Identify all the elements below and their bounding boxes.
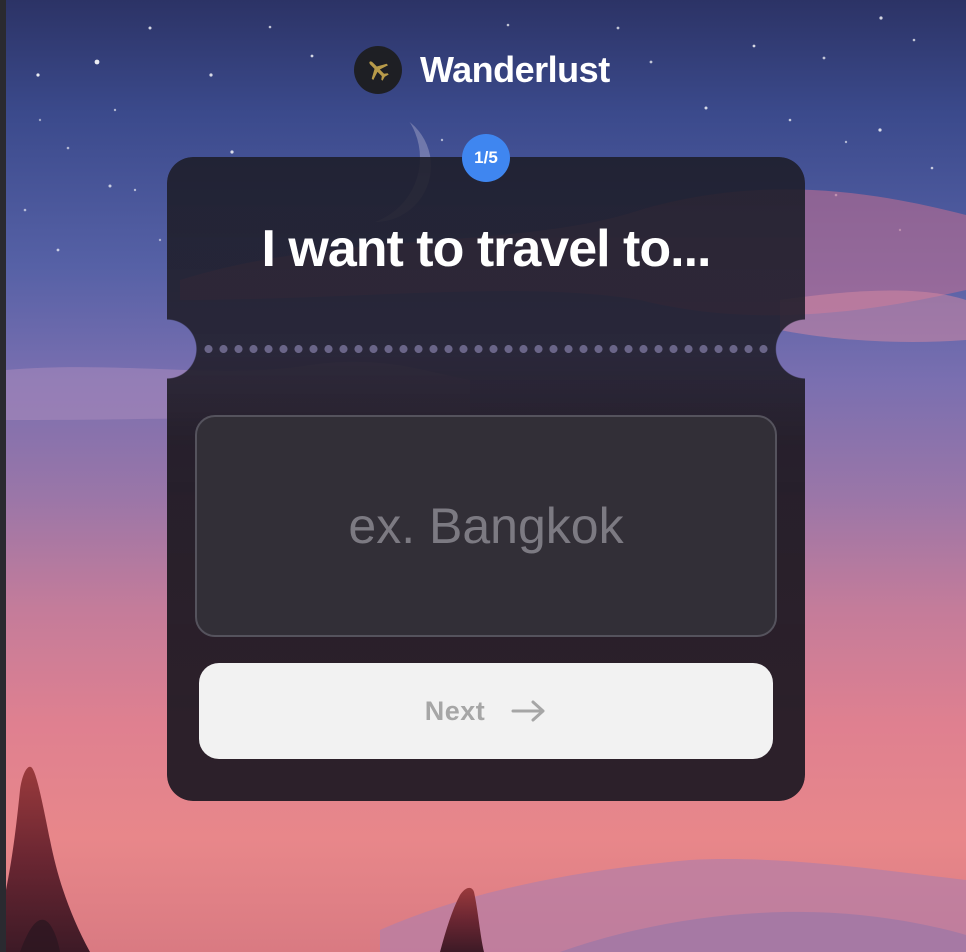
airplane-icon [354,46,402,94]
ticket-perforation [201,344,771,354]
destination-input[interactable] [195,415,777,637]
step-indicator: 1/5 [462,134,510,182]
next-button[interactable]: Next [199,663,773,759]
window-edge [0,0,6,952]
brand-header: Wanderlust [354,46,610,94]
question-card: I want to travel to... Next [167,157,805,801]
next-button-label: Next [424,695,486,726]
question-title: I want to travel to... [261,220,712,278]
brand-name: Wanderlust [420,49,610,90]
background-scene: Wanderlust 1/5 I want to travel to... Ne… [0,0,966,952]
arrow-right-icon [511,699,547,723]
